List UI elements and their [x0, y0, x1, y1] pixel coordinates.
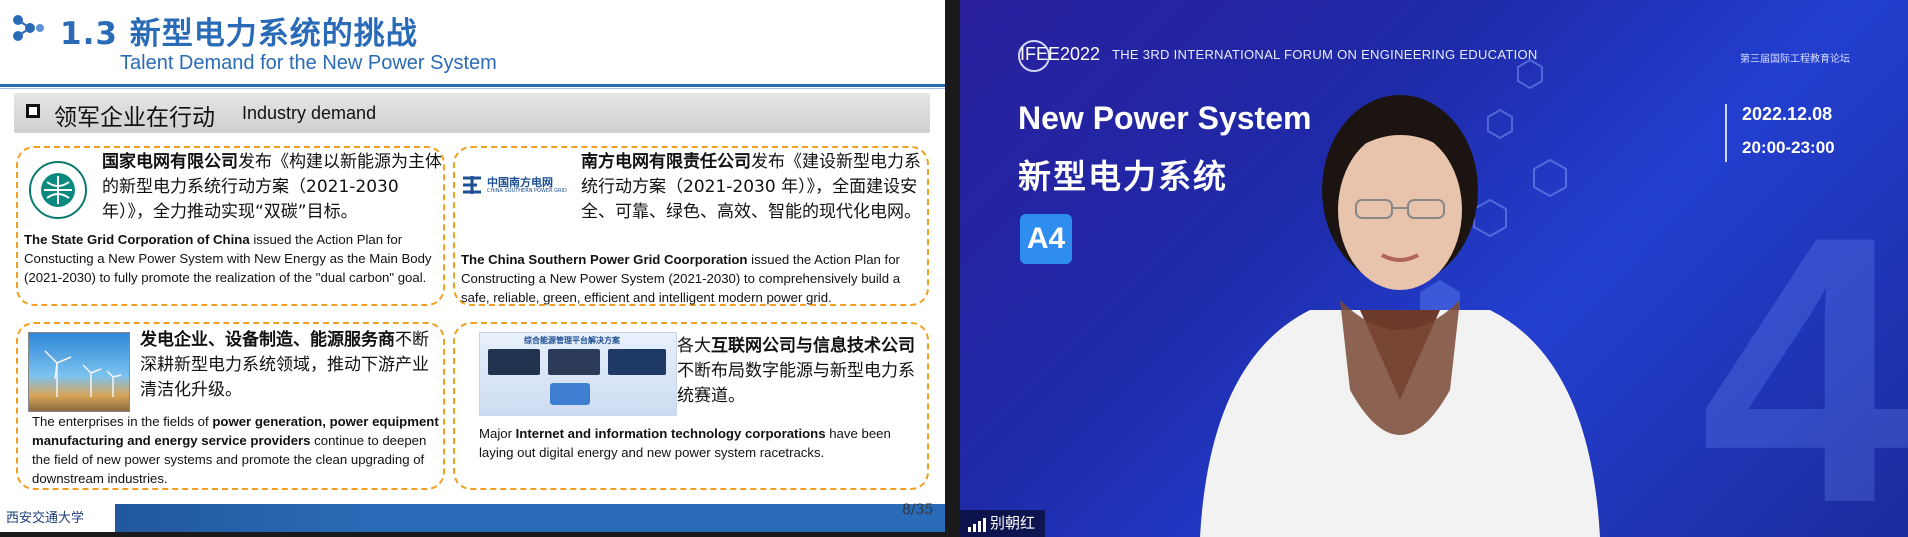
forum-name-zh: 第三届国际工程教育论坛: [1740, 54, 1850, 65]
wind-turbine-photo: [28, 332, 130, 412]
title-divider-thin: [0, 88, 945, 89]
background-four-graphic: 4: [1700, 157, 1908, 537]
card-text-zh: 南方电网有限责任公司发布《建设新型电力系统行动方案（2021-2030 年）》，…: [581, 152, 921, 222]
card-power-enterprises: 发电企业、设备制造、能源服务商不断深耕新型电力系统领域，推动下游产业清洁化升级。…: [16, 322, 445, 490]
card-text-en: Major Internet and information technolog…: [479, 426, 891, 460]
session-badge: A4: [1020, 214, 1072, 264]
pane-divider: [945, 0, 960, 537]
event-date: 2022.12.08: [1742, 104, 1833, 124]
card-text-zh: 发电企业、设备制造、能源服务商不断深耕新型电力系统领域，推动下游产业清洁化升级。: [140, 330, 429, 400]
slide-footer-bar: [0, 504, 945, 532]
date-separator: [1725, 104, 1727, 162]
card-state-grid: 国家电网有限公司发布《构建以新能源为主体的新型电力系统行动方案（2021-203…: [16, 146, 445, 306]
title-divider: [0, 84, 945, 87]
card-southern-grid: 中国南方电网 CHINA SOUTHERN POWER GRID 南方电网有限责…: [453, 146, 929, 306]
university-logo: 西安交通大学: [6, 511, 85, 526]
speaker-figure: [1200, 95, 1600, 537]
card-text-zh: 国家电网有限公司发布《构建以新能源为主体的新型电力系统行动方案（2021-203…: [102, 152, 442, 222]
signal-bars-icon: [968, 518, 986, 532]
page-number: 8/35: [902, 502, 934, 518]
molecule-icon: [13, 15, 44, 41]
checkbox-square-icon: [26, 104, 40, 118]
card-text-zh: 各大互联网公司与信息技术公司不断布局数字能源与新型电力系统赛道。: [677, 336, 915, 406]
card-internet-it: 综合能源管理平台解决方案 各大互联网公司与信息技术公司不断布局数字能源与新型电力…: [453, 322, 929, 490]
presentation-slide: 1.3 新型电力系统的挑战 Talent Demand for the New …: [0, 0, 945, 532]
slide-title: 1.3 新型电力系统的挑战: [60, 16, 418, 52]
section-title-zh: 领军企业在行动: [54, 105, 215, 131]
section-header: 领军企业在行动 Industry demand: [14, 93, 930, 133]
card-text-en: The State Grid Corporation of China issu…: [24, 232, 432, 285]
forum-logo-text: IFEE2022: [1020, 44, 1101, 64]
event-time: 20:00-23:00: [1742, 138, 1835, 157]
energy-platform-image: 综合能源管理平台解决方案: [479, 332, 677, 416]
card-text-en: The enterprises in the fields of power g…: [32, 414, 439, 486]
speaker-video-feed[interactable]: 4 IFEE2022 THE 3RD INTERNATIONAL FORUM O…: [960, 0, 1908, 537]
sgcc-logo-icon: [29, 161, 87, 219]
slide-subtitle: Talent Demand for the New Power System: [120, 52, 497, 74]
section-title-en: Industry demand: [242, 103, 377, 123]
speaker-name: 别朝红: [990, 514, 1036, 532]
card-text-en: The China Southern Power Grid Coorporati…: [461, 252, 901, 305]
speaker-name-tag: 别朝红: [960, 510, 1046, 537]
